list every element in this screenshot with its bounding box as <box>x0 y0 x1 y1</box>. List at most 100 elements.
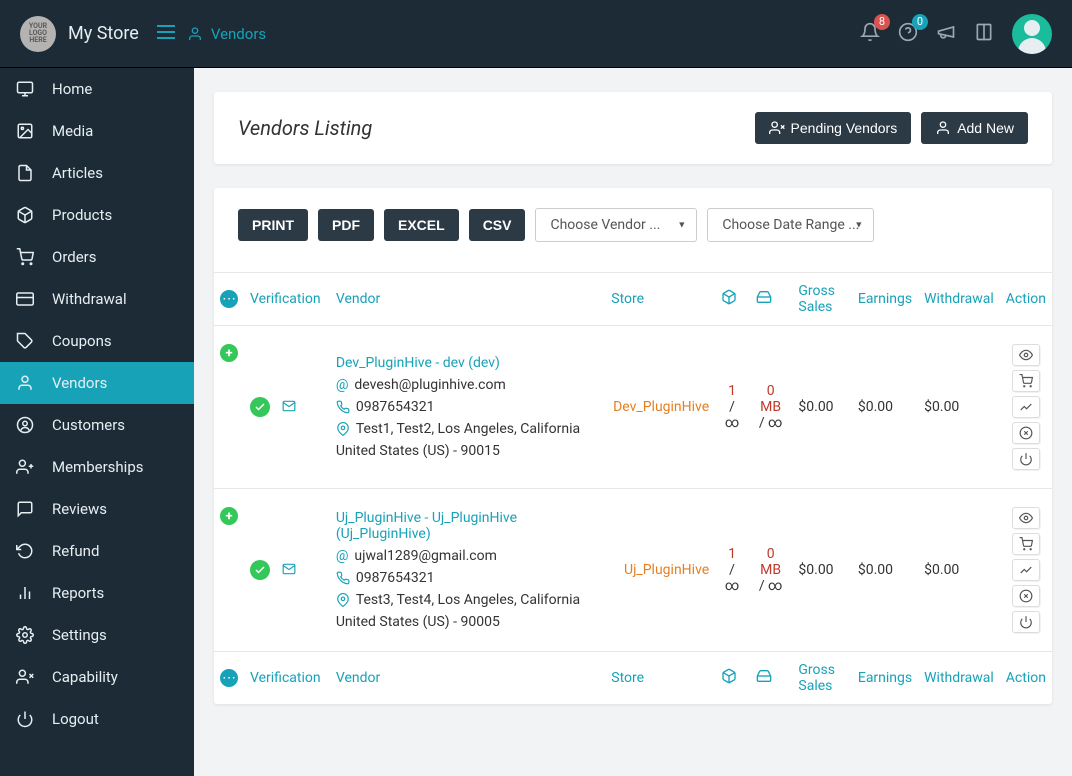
sidebar-item-refund[interactable]: Refund <box>0 530 194 572</box>
tf-vendor[interactable]: Vendor <box>330 652 605 705</box>
sidebar-item-home[interactable]: Home <box>0 68 194 110</box>
expand-all-icon[interactable]: ⋯ <box>220 669 238 687</box>
sidebar-item-label: Customers <box>52 416 125 434</box>
expand-row-icon[interactable]: + <box>220 344 238 362</box>
th-earnings[interactable]: Earnings <box>852 273 918 326</box>
vendor-name-link[interactable]: Uj_PluginHive - Uj_PluginHive (Uj_Plugin… <box>336 510 599 542</box>
sidebar-item-reviews[interactable]: Reviews <box>0 488 194 530</box>
pdf-button[interactable]: PDF <box>318 209 374 241</box>
cancel-action-icon[interactable] <box>1012 422 1040 444</box>
vendor-name-link[interactable]: Dev_PluginHive - dev (dev) <box>336 355 599 371</box>
sidebar-item-capability[interactable]: Capability <box>0 656 194 698</box>
sidebar-item-products[interactable]: Products <box>0 194 194 236</box>
sidebar-item-label: Vendors <box>52 374 107 392</box>
sidebar-item-reports[interactable]: Reports <box>0 572 194 614</box>
excel-button[interactable]: EXCEL <box>384 209 459 241</box>
csv-button[interactable]: CSV <box>469 209 526 241</box>
sidebar-item-vendors[interactable]: Vendors <box>0 362 194 404</box>
breadcrumb[interactable]: Vendors <box>187 25 266 43</box>
earnings-value: $0.00 <box>852 326 918 489</box>
sidebar-item-media[interactable]: Media <box>0 110 194 152</box>
tf-disk-icon[interactable] <box>749 652 792 705</box>
cancel-action-icon[interactable] <box>1012 585 1040 607</box>
earnings-value: $0.00 <box>852 489 918 652</box>
cart-action-icon[interactable] <box>1012 533 1040 555</box>
sidebar-item-logout[interactable]: Logout <box>0 698 194 740</box>
sidebar-item-orders[interactable]: Orders <box>0 236 194 278</box>
product-limit-sep: / <box>729 562 735 578</box>
announcement-icon[interactable] <box>936 22 956 46</box>
pending-vendors-button[interactable]: Pending Vendors <box>755 112 912 144</box>
breadcrumb-label: Vendors <box>211 25 266 43</box>
add-new-button[interactable]: Add New <box>921 112 1028 144</box>
verified-badge-icon <box>250 560 270 580</box>
sidebar-item-label: Reviews <box>52 500 107 518</box>
vendor-filter-dropdown[interactable]: Choose Vendor ... <box>535 208 697 242</box>
sidebar-item-label: Refund <box>52 542 99 560</box>
disk-used: 0 MB <box>760 383 781 415</box>
tf-gross[interactable]: Gross Sales <box>792 652 851 705</box>
tf-earnings[interactable]: Earnings <box>852 652 918 705</box>
sidebar-item-customers[interactable]: Customers <box>0 404 194 446</box>
phone-icon <box>336 400 350 414</box>
view-action-icon[interactable] <box>1012 344 1040 366</box>
sidebar-item-withdrawal[interactable]: Withdrawal <box>0 278 194 320</box>
power-action-icon[interactable] <box>1012 448 1040 470</box>
power-icon <box>16 710 34 728</box>
sidebar-item-settings[interactable]: Settings <box>0 614 194 656</box>
sidebar-item-label: Withdrawal <box>52 290 127 308</box>
print-button[interactable]: PRINT <box>238 209 308 241</box>
th-store[interactable]: Store <box>605 273 715 326</box>
sidebar-item-label: Reports <box>52 584 104 602</box>
hamburger-icon[interactable] <box>157 24 175 43</box>
view-action-icon[interactable] <box>1012 507 1040 529</box>
th-verification[interactable]: Verification <box>244 273 330 326</box>
at-icon: @ <box>336 548 349 564</box>
cart-action-icon[interactable] <box>1012 370 1040 392</box>
listing-card: PRINT PDF EXCEL CSV Choose Vendor ... Ch… <box>214 188 1052 704</box>
sidebar-item-coupons[interactable]: Coupons <box>0 320 194 362</box>
tf-store[interactable]: Store <box>605 652 715 705</box>
power-action-icon[interactable] <box>1012 611 1040 633</box>
expand-all-icon[interactable]: ⋯ <box>220 290 238 308</box>
notifications-icon[interactable]: 8 <box>860 22 880 46</box>
date-range-dropdown[interactable]: Choose Date Range ... <box>707 208 874 242</box>
at-icon: @ <box>336 377 349 393</box>
mail-icon[interactable] <box>280 401 298 417</box>
stats-action-icon[interactable] <box>1012 396 1040 418</box>
card-icon <box>16 290 34 308</box>
header-card: Vendors Listing Pending Vendors Add New <box>214 92 1052 164</box>
th-vendor[interactable]: Vendor <box>330 273 605 326</box>
expand-row-icon[interactable]: + <box>220 507 238 525</box>
location-icon <box>336 422 350 436</box>
gross-sales-value: $0.00 <box>792 489 851 652</box>
th-withdrawal[interactable]: Withdrawal <box>918 273 1000 326</box>
th-action[interactable]: Action <box>1000 273 1052 326</box>
topbar: YOUR LOGO HERE My Store Vendors 8 0 <box>0 0 1072 68</box>
mail-icon[interactable] <box>280 564 298 580</box>
th-products-icon[interactable] <box>715 273 749 326</box>
avatar[interactable] <box>1012 14 1052 54</box>
sidebar-item-articles[interactable]: Articles <box>0 152 194 194</box>
book-icon[interactable] <box>974 22 994 46</box>
vendor-email: devesh@pluginhive.com <box>354 377 505 393</box>
help-icon[interactable]: 0 <box>898 22 918 46</box>
withdrawal-value: $0.00 <box>918 326 1000 489</box>
tf-action[interactable]: Action <box>1000 652 1052 705</box>
th-disk-icon[interactable] <box>749 273 792 326</box>
user-icon <box>16 374 34 392</box>
sidebar-item-label: Coupons <box>52 332 112 350</box>
sidebar-item-memberships[interactable]: Memberships <box>0 446 194 488</box>
cart-icon <box>16 248 34 266</box>
tf-products-icon[interactable] <box>715 652 749 705</box>
page-title: Vendors Listing <box>238 116 372 140</box>
withdrawal-value: $0.00 <box>918 489 1000 652</box>
th-gross[interactable]: Gross Sales <box>792 273 851 326</box>
stats-action-icon[interactable] <box>1012 559 1040 581</box>
tf-verification[interactable]: Verification <box>244 652 330 705</box>
tf-withdrawal[interactable]: Withdrawal <box>918 652 1000 705</box>
gross-sales-value: $0.00 <box>792 326 851 489</box>
store-link[interactable]: Uj_PluginHive <box>624 562 709 578</box>
store-link[interactable]: Dev_PluginHive <box>613 399 709 415</box>
vendors-table: ⋯ Verification Vendor Store Gross Sales <box>214 272 1052 704</box>
